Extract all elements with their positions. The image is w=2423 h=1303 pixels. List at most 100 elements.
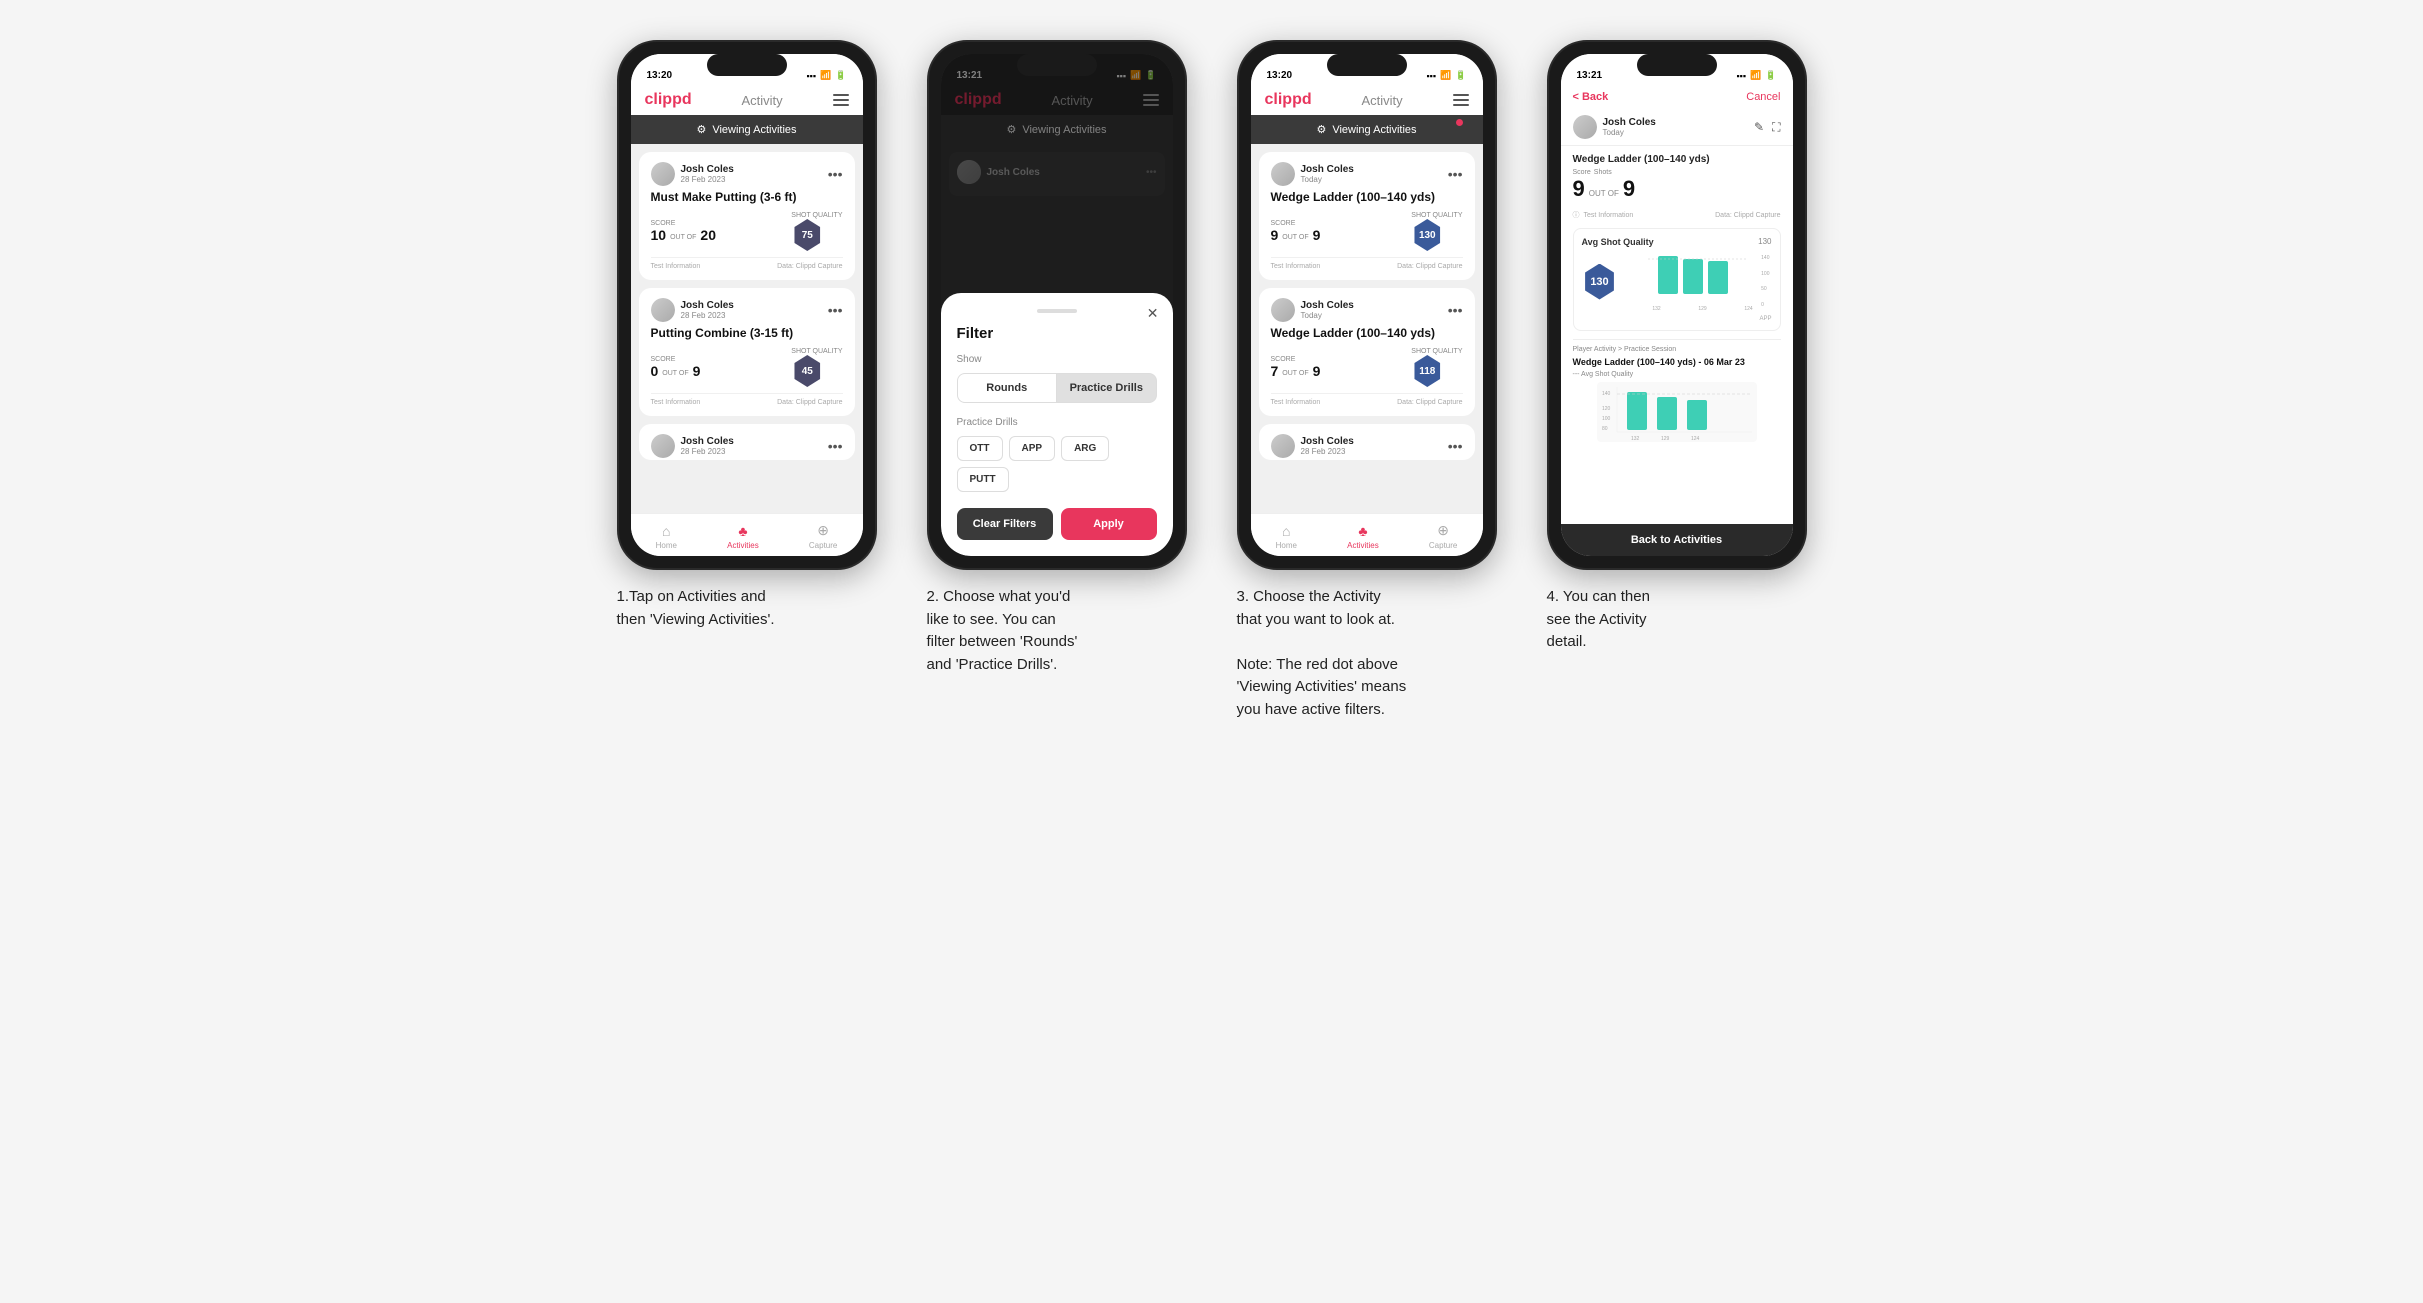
x-lbl-1: 132 bbox=[1634, 306, 1680, 312]
drill-app-2[interactable]: APP bbox=[1009, 436, 1056, 461]
cancel-btn-4[interactable]: Cancel bbox=[1746, 91, 1780, 103]
detail-user-info-4: Josh Coles Today bbox=[1573, 115, 1656, 139]
signal-icon-4: ▪▪▪ bbox=[1736, 71, 1746, 81]
session-chart-4: 140 120 100 80 132 129 124 bbox=[1573, 382, 1781, 442]
signal-icon-3: ▪▪▪ bbox=[1426, 71, 1436, 81]
detail-user-name-date-4: Josh Coles Today bbox=[1603, 117, 1656, 137]
session-section-4: Player Activity > Practice Session Wedge… bbox=[1573, 339, 1781, 447]
back-btn-4[interactable]: < Back bbox=[1573, 91, 1609, 103]
card-header-1-3: Josh Coles 28 Feb 2023 ••• bbox=[651, 434, 843, 458]
edit-icon-4[interactable]: ✎ bbox=[1754, 120, 1764, 135]
phone-screen-2: 13:21 ▪▪▪ 📶 🔋 clippd Activity bbox=[941, 54, 1173, 556]
y-label-0: 0 bbox=[1761, 302, 1769, 308]
stats-row-3-1: Score 9 OUT OF 9 Shot Quality 130 bbox=[1271, 212, 1463, 251]
outof-3-2: OUT OF bbox=[1282, 370, 1308, 377]
phone-section-1: 13:20 ▪▪▪ 📶 🔋 clippd Activity bbox=[607, 40, 887, 631]
banner-1[interactable]: ⚙ Viewing Activities bbox=[631, 115, 863, 144]
score-val-1-2: 0 bbox=[651, 363, 659, 379]
detail-score-row-4: Score Shots bbox=[1573, 169, 1781, 176]
modal-handle-2 bbox=[1037, 309, 1077, 313]
status-icons-3: ▪▪▪ 📶 🔋 bbox=[1426, 70, 1466, 81]
activity-title-1-2: Putting Combine (3-15 ft) bbox=[651, 326, 843, 340]
banner-label-3: Viewing Activities bbox=[1332, 124, 1416, 136]
activity-card-3-2[interactable]: Josh Coles Today ••• Wedge Ladder (100–1… bbox=[1259, 288, 1475, 416]
nav-item-home-1[interactable]: ⌂ Home bbox=[656, 523, 677, 550]
phone-screen-3: 13:20 ▪▪▪ 📶 🔋 clippd Activity ⚙ bbox=[1251, 54, 1483, 556]
apply-btn-2[interactable]: Apply bbox=[1061, 508, 1157, 540]
activity-card-1-3[interactable]: Josh Coles 28 Feb 2023 ••• bbox=[639, 424, 855, 460]
dots-menu-3-1[interactable]: ••• bbox=[1448, 166, 1463, 182]
stat-block-quality-3-2: Shot Quality 118 bbox=[1411, 348, 1462, 387]
drill-putt-2[interactable]: PUTT bbox=[957, 467, 1009, 492]
footer-right-3-1: Data: Clippd Capture bbox=[1397, 263, 1462, 270]
svg-text:132: 132 bbox=[1631, 436, 1640, 442]
info-icon-4: ⓘ bbox=[1573, 210, 1580, 220]
nav-item-activities-3[interactable]: ♣ Activities bbox=[1347, 523, 1379, 550]
data-label-4: Data: Clippd Capture bbox=[1715, 212, 1780, 219]
user-date-3-2: Today bbox=[1301, 311, 1354, 320]
avg-series-label-4: --- Avg Shot Quality bbox=[1573, 371, 1781, 378]
nav-item-capture-3[interactable]: ⊕ Capture bbox=[1429, 522, 1457, 550]
activity-card-3-1[interactable]: Josh Coles Today ••• Wedge Ladder (100–1… bbox=[1259, 152, 1475, 280]
nav-item-activities-1[interactable]: ♣ Activities bbox=[727, 523, 759, 550]
svg-text:129: 129 bbox=[1661, 436, 1670, 442]
drill-arg-2[interactable]: ARG bbox=[1061, 436, 1109, 461]
activity-card-3-3[interactable]: Josh Coles 28 Feb 2023 ••• bbox=[1259, 424, 1475, 460]
activity-card-1-2[interactable]: Josh Coles 28 Feb 2023 ••• Putting Combi… bbox=[639, 288, 855, 416]
dots-menu-1-2[interactable]: ••• bbox=[828, 302, 843, 318]
back-activities-btn-4[interactable]: Back to Activities bbox=[1561, 524, 1793, 556]
nav-title-1: Activity bbox=[741, 93, 782, 108]
caption-4: 4. You can then see the Activity detail. bbox=[1537, 586, 1817, 654]
footer-left-3-1: Test Information bbox=[1271, 263, 1321, 270]
modal-close-2[interactable]: ✕ bbox=[1147, 305, 1159, 322]
chart-x-labels-4: 132 129 124 bbox=[1624, 306, 1772, 312]
logo-1: clippd bbox=[645, 91, 692, 109]
footer-right-1-2: Data: Clippd Capture bbox=[777, 399, 842, 406]
shots-val-1-1: 20 bbox=[700, 227, 716, 243]
avatar-3-3 bbox=[1271, 434, 1295, 458]
dots-menu-1-3[interactable]: ••• bbox=[828, 438, 843, 454]
user-name-date-1-2: Josh Coles 28 Feb 2023 bbox=[681, 300, 734, 320]
dots-menu-3-3[interactable]: ••• bbox=[1448, 438, 1463, 454]
user-date-1-3: 28 Feb 2023 bbox=[681, 447, 734, 456]
nav-bar-3: clippd Activity bbox=[1251, 85, 1483, 115]
hamburger-1[interactable] bbox=[833, 94, 849, 106]
nav-item-home-3[interactable]: ⌂ Home bbox=[1276, 523, 1297, 550]
rounds-btn-2[interactable]: Rounds bbox=[957, 373, 1058, 403]
wifi-icon-4: 📶 bbox=[1750, 70, 1761, 81]
dots-menu-1-1[interactable]: ••• bbox=[828, 166, 843, 182]
nav-bar-1: clippd Activity bbox=[631, 85, 863, 115]
svg-text:124: 124 bbox=[1691, 436, 1700, 442]
chart-app-label-4: 130 bbox=[1758, 237, 1771, 247]
status-time-4: 13:21 bbox=[1577, 70, 1603, 81]
filter-modal-2: ✕ Filter Show Rounds Practice Drills Pra… bbox=[941, 293, 1173, 556]
avatar-1-3 bbox=[651, 434, 675, 458]
card-footer-1-1: Test Information Data: Clippd Capture bbox=[651, 257, 843, 270]
shots-label-4: Shots bbox=[1594, 169, 1612, 176]
clear-filters-btn-2[interactable]: Clear Filters bbox=[957, 508, 1053, 540]
hexagon-1-1: 75 bbox=[791, 219, 823, 251]
signal-icon-1: ▪▪▪ bbox=[806, 71, 816, 81]
big-score-4: 9 bbox=[1573, 176, 1585, 202]
phone-screen-4: 13:21 ▪▪▪ 📶 🔋 < Back Cancel bbox=[1561, 54, 1793, 556]
score-val-3-2: 7 bbox=[1271, 363, 1279, 379]
caption-1: 1.Tap on Activities and then 'Viewing Ac… bbox=[607, 586, 887, 631]
user-info-1-2: Josh Coles 28 Feb 2023 bbox=[651, 298, 734, 322]
svg-text:80: 80 bbox=[1602, 426, 1608, 432]
activity-card-1-1[interactable]: Josh Coles 28 Feb 2023 ••• Must Make Put… bbox=[639, 152, 855, 280]
hamburger-3[interactable] bbox=[1453, 94, 1469, 106]
show-label-2: Show bbox=[957, 354, 1157, 365]
drill-ott-2[interactable]: OTT bbox=[957, 436, 1003, 461]
info-label-4: Test Information bbox=[1584, 212, 1634, 219]
expand-icon-4[interactable]: ⛶ bbox=[1772, 120, 1780, 135]
banner-label-1: Viewing Activities bbox=[712, 124, 796, 136]
user-name-date-1-1: Josh Coles 28 Feb 2023 bbox=[681, 164, 734, 184]
scroll-content-3: Josh Coles Today ••• Wedge Ladder (100–1… bbox=[1251, 144, 1483, 513]
banner-3[interactable]: ⚙ Viewing Activities bbox=[1251, 115, 1483, 144]
stats-row-1-1: Score 10 OUT OF 20 Shot Quality 75 bbox=[651, 212, 843, 251]
quality-label-1-1: Shot Quality bbox=[791, 212, 842, 219]
practice-drills-btn-2[interactable]: Practice Drills bbox=[1057, 373, 1157, 403]
nav-item-capture-1[interactable]: ⊕ Capture bbox=[809, 522, 837, 550]
dots-menu-3-2[interactable]: ••• bbox=[1448, 302, 1463, 318]
phone-section-4: 13:21 ▪▪▪ 📶 🔋 < Back Cancel bbox=[1537, 40, 1817, 654]
